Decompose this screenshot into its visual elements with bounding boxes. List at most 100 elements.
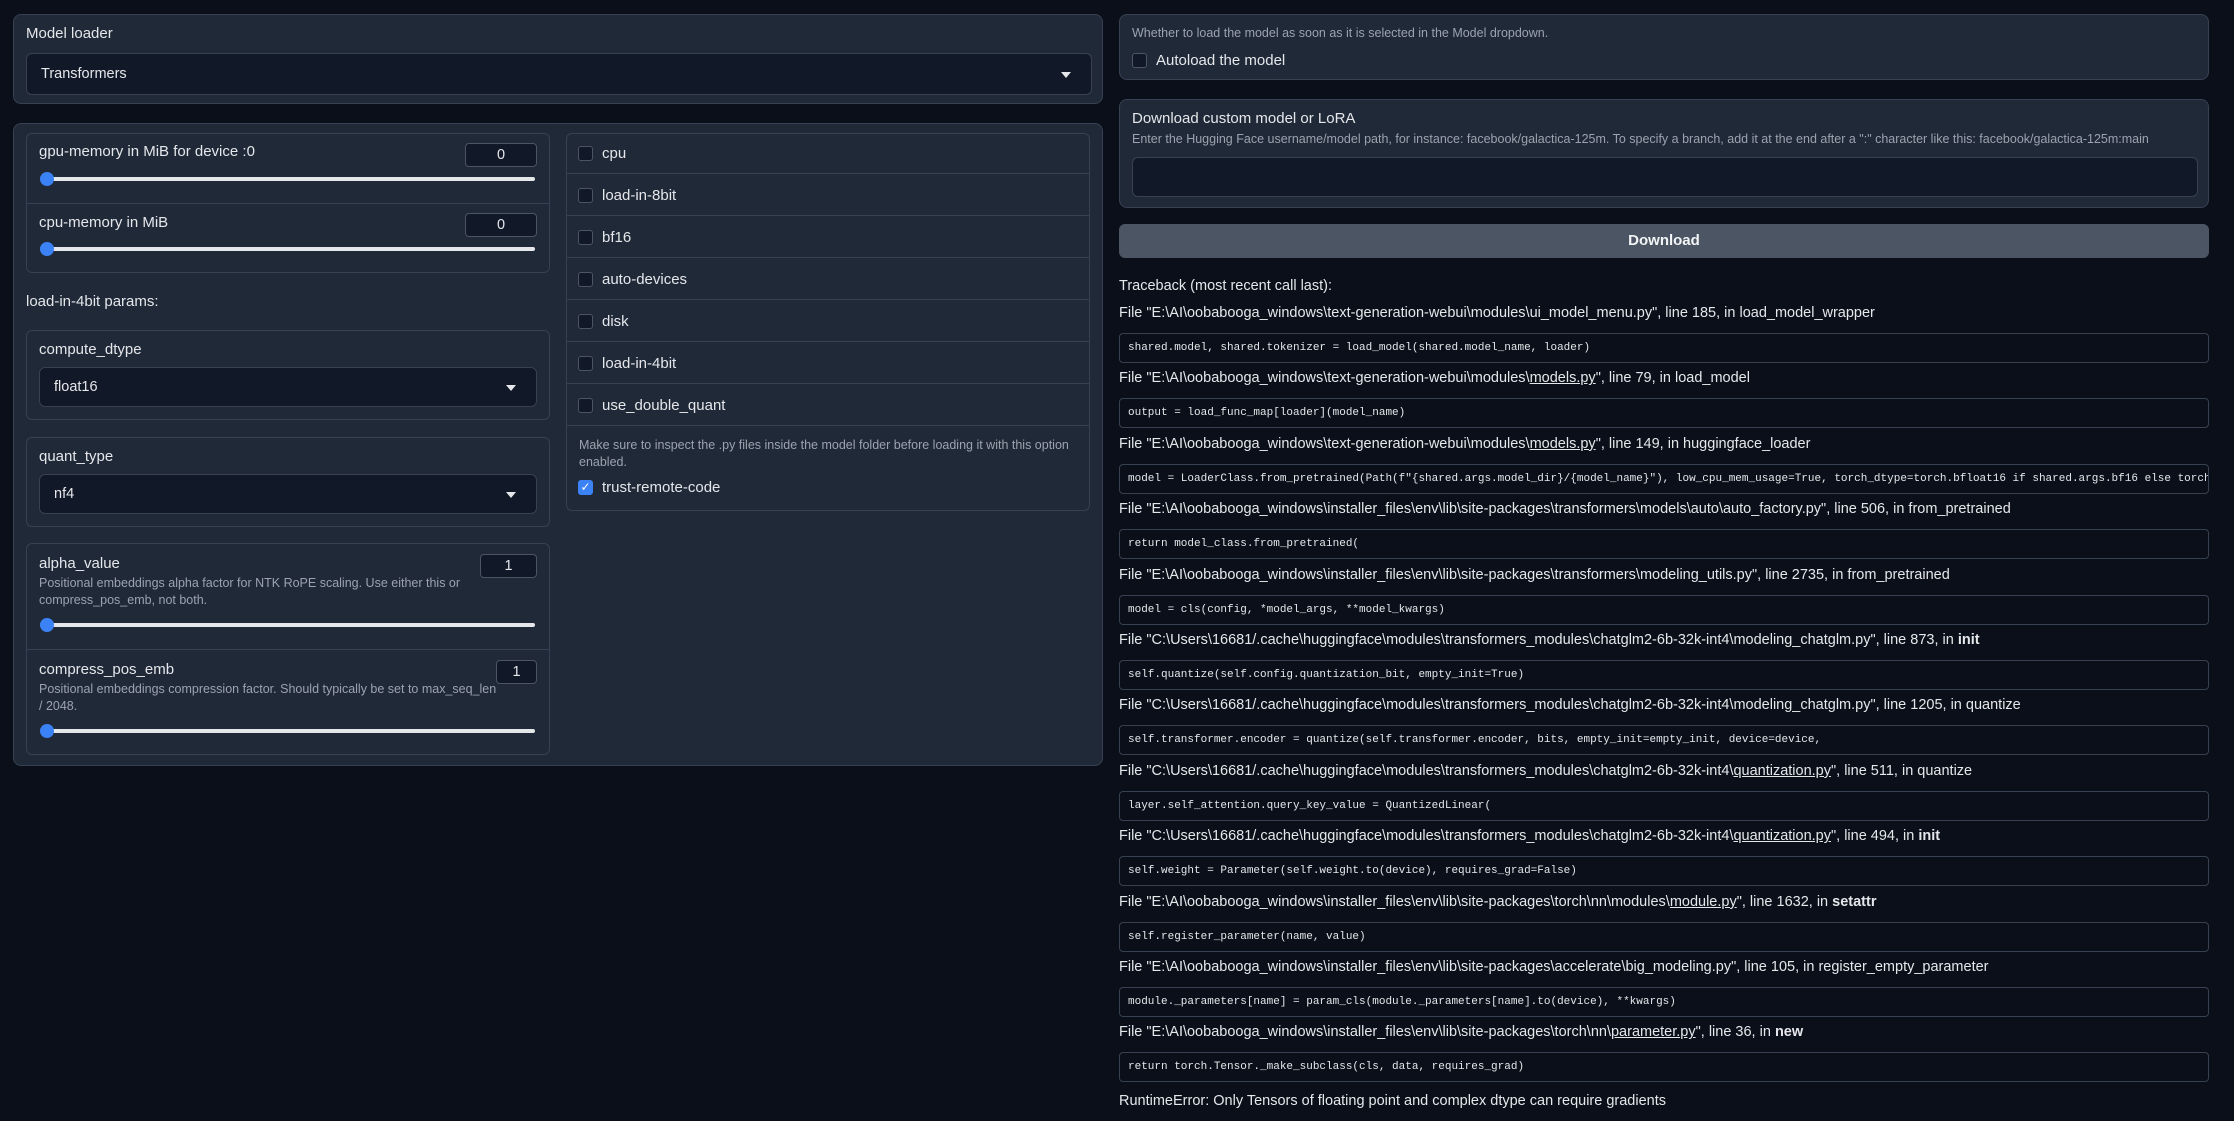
checkbox-label: load-in-8bit	[602, 187, 677, 204]
checkmark-icon[interactable]: ✓	[578, 480, 593, 495]
divider	[26, 203, 550, 204]
checkbox-label: load-in-4bit	[602, 355, 677, 372]
checkbox-label: bf16	[602, 229, 632, 246]
traceback-file-line: File "E:\AI\oobabooga_windows\installer_…	[1119, 894, 1876, 910]
checkbox[interactable]	[578, 398, 593, 413]
alpha-value-slider[interactable]	[40, 618, 535, 632]
autoload-panel: Whether to load the model as soon as it …	[1119, 14, 2209, 80]
option-disk[interactable]: disk	[566, 301, 1090, 342]
option-cpu[interactable]: cpu	[566, 133, 1090, 174]
model-loader-dropdown[interactable]: Transformers	[26, 53, 1092, 95]
option-load-in-8bit[interactable]: load-in-8bit	[566, 175, 1090, 216]
quant-type-value: nf4	[54, 486, 75, 502]
traceback-code-block: self.weight = Parameter(self.weight.to(d…	[1119, 856, 2209, 887]
trust-remote-code-label: trust-remote-code	[602, 479, 721, 496]
traceback-file-line: File "E:\AI\oobabooga_windows\text-gener…	[1119, 370, 1750, 386]
traceback-code-block: return model_class.from_pretrained(	[1119, 529, 2209, 560]
function-name: new	[1774, 1024, 1804, 1041]
traceback-code-block: self.transformer.encoder = quantize(self…	[1119, 725, 2209, 756]
file-link[interactable]: models.py	[1530, 370, 1596, 386]
gpu-memory-slider[interactable]	[40, 172, 535, 186]
checkbox[interactable]	[578, 314, 593, 329]
trust-remote-code-checkbox[interactable]: ✓ trust-remote-code	[566, 476, 1090, 506]
file-path-text: File "E:\AI\oobabooga_windows\text-gener…	[1119, 370, 1530, 387]
model-loader-value: Transformers	[41, 66, 127, 82]
traceback-file-line: File "E:\AI\oobabooga_windows\installer_…	[1119, 567, 1950, 583]
traceback-file-line: File "E:\AI\oobabooga_windows\installer_…	[1119, 959, 1989, 975]
download-custom-title: Download custom model or LoRA	[1132, 110, 1356, 127]
traceback-code-block: return torch.Tensor._make_subclass(cls, …	[1119, 1052, 2209, 1083]
compute-dtype-value: float16	[54, 379, 98, 395]
download-custom-panel: Download custom model or LoRA Enter the …	[1119, 99, 2209, 208]
file-link[interactable]: quantization.py	[1733, 828, 1831, 844]
option-bf16[interactable]: bf16	[566, 217, 1090, 258]
file-link[interactable]: models.py	[1530, 436, 1596, 452]
traceback-file-line: File "E:\AI\oobabooga_windows\installer_…	[1119, 1024, 1803, 1040]
chevron-down-icon	[506, 385, 516, 391]
checkbox[interactable]	[578, 188, 593, 203]
file-path-text: File "E:\AI\oobabooga_windows\installer_…	[1119, 566, 1950, 583]
model-path-input[interactable]	[1132, 157, 2198, 197]
traceback-file-line: File "E:\AI\oobabooga_windows\text-gener…	[1119, 305, 1875, 321]
quant-type-label: quant_type	[39, 448, 114, 465]
option-auto-devices[interactable]: auto-devices	[566, 259, 1090, 300]
function-name: init	[1918, 828, 1941, 845]
compress-pos-emb-slider[interactable]	[40, 724, 535, 738]
file-link[interactable]: module.py	[1670, 894, 1737, 910]
traceback-code-block: model = cls(config, *model_args, **model…	[1119, 594, 2209, 625]
file-path-text: File "E:\AI\oobabooga_windows\installer_…	[1119, 959, 1989, 975]
traceback-file-line: File "C:\Users\16681/.cache\huggingface\…	[1119, 828, 1940, 844]
file-path-text: File "E:\AI\oobabooga_windows\text-gener…	[1119, 435, 1530, 452]
file-link[interactable]: parameter.py	[1611, 1024, 1696, 1040]
compress-pos-emb-slider-handle[interactable]	[40, 724, 54, 738]
traceback-code-block: model = LoaderClass.from_pretrained(Path…	[1119, 463, 2209, 494]
compress-pos-emb-input[interactable]: 1	[496, 660, 537, 684]
traceback-file-line: File "C:\Users\16681/.cache\huggingface\…	[1119, 697, 2021, 713]
checkbox[interactable]	[578, 146, 593, 161]
traceback-code-block: self.quantize(self.config.quantization_b…	[1119, 660, 2209, 690]
params-4bit-label: load-in-4bit params:	[26, 293, 159, 310]
alpha-value-slider-handle[interactable]	[40, 618, 54, 632]
file-path-text: File "E:\AI\oobabooga_windows\installer_…	[1119, 1024, 1611, 1041]
chevron-down-icon	[1061, 72, 1071, 78]
file-path-text: File "E:\AI\oobabooga_windows\installer_…	[1119, 501, 2011, 518]
traceback-code-block: self.register_parameter(name, value)	[1119, 921, 2209, 952]
checkbox[interactable]	[578, 230, 593, 245]
file-path-text: File "C:\Users\16681/.cache\huggingface\…	[1119, 828, 1734, 845]
alpha-value-input[interactable]: 1	[480, 554, 537, 578]
traceback-file-line: File "E:\AI\oobabooga_windows\text-gener…	[1119, 436, 1810, 452]
checkbox[interactable]	[578, 272, 593, 287]
file-link[interactable]: quantization.py	[1733, 763, 1831, 779]
model-loader-label: Model loader	[26, 25, 113, 42]
cpu-memory-slider-handle[interactable]	[40, 242, 54, 256]
gpu-memory-input[interactable]: 0	[465, 143, 537, 167]
download-button-label: Download	[1628, 232, 1700, 249]
option-use-double-quant[interactable]: use_double_quant	[566, 385, 1090, 426]
compute-dtype-dropdown[interactable]: float16	[39, 367, 537, 407]
traceback-header: Traceback (most recent call last):	[1119, 278, 1332, 294]
error-message: RuntimeError: Only Tensors of floating p…	[1119, 1093, 1666, 1109]
file-path-text: File "C:\Users\16681/.cache\huggingface\…	[1119, 632, 1958, 648]
divider	[26, 649, 550, 650]
traceback-file-line: File "C:\Users\16681/.cache\huggingface\…	[1119, 632, 1980, 648]
cpu-memory-label: cpu-memory in MiB	[39, 214, 169, 231]
gpu-memory-slider-handle[interactable]	[40, 172, 54, 186]
traceback-code-block: layer.self_attention.query_key_value = Q…	[1119, 790, 2209, 821]
compress-pos-emb-description: Positional embeddings compression factor…	[39, 682, 497, 713]
model-loader-panel: Model loader Transformers	[13, 14, 1103, 104]
function-name: setattr	[1832, 893, 1877, 910]
download-button[interactable]: Download	[1119, 224, 2209, 258]
option-load-in-4bit[interactable]: load-in-4bit	[566, 343, 1090, 384]
checkbox[interactable]	[578, 356, 593, 371]
line-info-text: ", line 511, in quantize	[1831, 762, 1973, 779]
cpu-memory-input[interactable]: 0	[465, 213, 537, 237]
checkbox-label: auto-devices	[602, 271, 688, 288]
file-path-text: File "C:\Users\16681/.cache\huggingface\…	[1119, 697, 2021, 714]
quant-type-dropdown[interactable]: nf4	[39, 474, 537, 514]
cpu-memory-slider[interactable]	[40, 242, 535, 256]
autoload-checkbox[interactable]	[1132, 53, 1147, 68]
traceback-code-block: module._parameters[name] = param_cls(mod…	[1119, 987, 2209, 1017]
checkbox-label: cpu	[602, 145, 627, 162]
gpu-memory-label: gpu-memory in MiB for device :0	[39, 143, 255, 160]
traceback-file-line: File "E:\AI\oobabooga_windows\installer_…	[1119, 501, 2011, 517]
